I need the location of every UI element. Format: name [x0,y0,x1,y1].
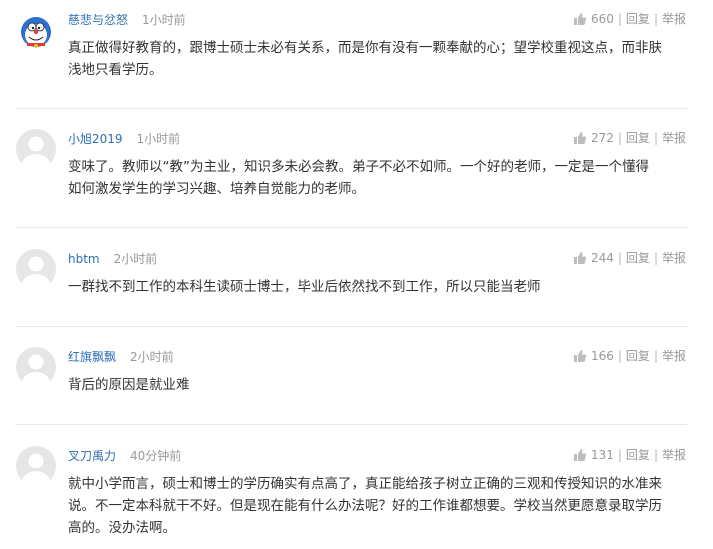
comment-text: 就中小学而言，硕士和博士的学历确实有点高了，真正能给孩子树立正确的三观和传授知识… [68,473,690,539]
like-button[interactable]: 131 [573,446,614,464]
like-count: 166 [590,349,614,363]
report-link[interactable]: 举报 [662,347,686,365]
action-divider: | [653,349,658,363]
like-button[interactable]: 272 [573,129,614,147]
action-divider: | [617,251,622,265]
like-count: 131 [590,448,614,462]
report-link[interactable]: 举报 [662,249,686,267]
thumbs-up-icon [573,252,587,264]
comment-actions: 244 | 回复 | 举报 [573,249,686,267]
reply-link[interactable]: 回复 [626,249,650,267]
comment-text: 变味了。教师以“教”为主业，知识多未必会教。弟子不必不如师。一个好的老师，一定是… [68,156,690,200]
username[interactable]: hbtm [68,252,100,266]
reply-link[interactable]: 回复 [626,446,650,464]
comment-actions: 166 | 回复 | 举报 [573,347,686,365]
reply-link[interactable]: 回复 [626,129,650,147]
comment-line: 高的。没办法啊。 [68,520,176,536]
comment-line: 真正做得好教育的，跟博士硕士未必有关系，而是你有没有一颗奉献的心；望学校重视这点… [68,40,662,56]
comment-header: 叉刀禹力 40分钟前 [68,446,181,464]
thumbs-up-icon [573,350,587,362]
default-user-avatar-icon [22,453,50,486]
report-link[interactable]: 举报 [662,10,686,28]
comment-line: 背后的原因是就业难 [68,377,190,393]
cartoon-character-avatar-icon [21,17,51,48]
like-count: 660 [590,12,614,26]
comment-text: 真正做得好教育的，跟博士硕士未必有关系，而是你有没有一颗奉献的心；望学校重视这点… [68,37,690,81]
divider [15,108,687,109]
comment-text: 背后的原因是就业难 [68,374,690,396]
comment-actions: 660 | 回复 | 举报 [573,10,686,28]
action-divider: | [617,131,622,145]
like-count: 244 [590,251,614,265]
like-button[interactable]: 166 [573,347,614,365]
comment-actions: 131 | 回复 | 举报 [573,446,686,464]
comment-time: 2小时前 [113,252,158,266]
thumbs-up-icon [573,449,587,461]
report-link[interactable]: 举报 [662,446,686,464]
action-divider: | [617,349,622,363]
comment-header: 小旭2019 1小时前 [68,129,180,147]
comment-header: 慈悲与忿怒 1小时前 [68,10,186,28]
comment-actions: 272 | 回复 | 举报 [573,129,686,147]
action-divider: | [617,448,622,462]
reply-link[interactable]: 回复 [626,347,650,365]
comment-text: 一群找不到工作的本科生读硕士博士，毕业后依然找不到工作，所以只能当老师 [68,276,690,298]
default-user-avatar-icon [22,256,50,289]
comment-line: 一群找不到工作的本科生读硕士博士，毕业后依然找不到工作，所以只能当老师 [68,279,541,295]
username[interactable]: 叉刀禹力 [68,449,116,463]
avatar[interactable] [16,129,56,169]
username[interactable]: 小旭2019 [68,132,123,146]
avatar[interactable] [16,10,56,50]
avatar[interactable] [16,249,56,289]
comment-header: 红旗飘飘 2小时前 [68,347,174,365]
avatar[interactable] [16,446,56,486]
comment-list: 慈悲与忿怒 1小时前 660 | 回复 | 举报 真正做得好教育的，跟博士硕士未必… [0,0,713,549]
like-count: 272 [590,131,614,145]
like-button[interactable]: 660 [573,10,614,28]
thumbs-up-icon [573,13,587,25]
comment-time: 2小时前 [130,350,174,364]
comment-line: 就中小学而言，硕士和博士的学历确实有点高了，真正能给孩子树立正确的三观和传授知识… [68,476,662,492]
divider [15,326,687,327]
comment-time: 1小时前 [136,132,181,146]
comment-time: 40分钟前 [130,449,182,463]
divider [15,424,687,425]
comment-time: 1小时前 [142,13,186,27]
action-divider: | [653,131,658,145]
comment-line: 说。不一定本科就干不好。但是现在能有什么办法呢？好的工作谁都想要。学校当然更愿意… [68,498,662,514]
comment-header: hbtm 2小时前 [68,249,157,267]
action-divider: | [617,12,622,26]
report-link[interactable]: 举报 [662,129,686,147]
comment-line: 变味了。教师以“教”为主业，知识多未必会教。弟子不必不如师。一个好的老师，一定是… [68,159,649,175]
action-divider: | [653,251,658,265]
action-divider: | [653,12,658,26]
avatar[interactable] [16,347,56,387]
default-user-avatar-icon [22,136,50,169]
username[interactable]: 慈悲与忿怒 [68,13,128,27]
username[interactable]: 红旗飘飘 [68,350,116,364]
comment-line: 如何激发学生的学习兴趣、培养自觉能力的老师。 [68,181,365,197]
reply-link[interactable]: 回复 [626,10,650,28]
action-divider: | [653,448,658,462]
divider [15,227,687,228]
comment-line: 浅地只看学历。 [68,62,163,78]
like-button[interactable]: 244 [573,249,614,267]
default-user-avatar-icon [22,354,50,387]
thumbs-up-icon [573,132,587,144]
